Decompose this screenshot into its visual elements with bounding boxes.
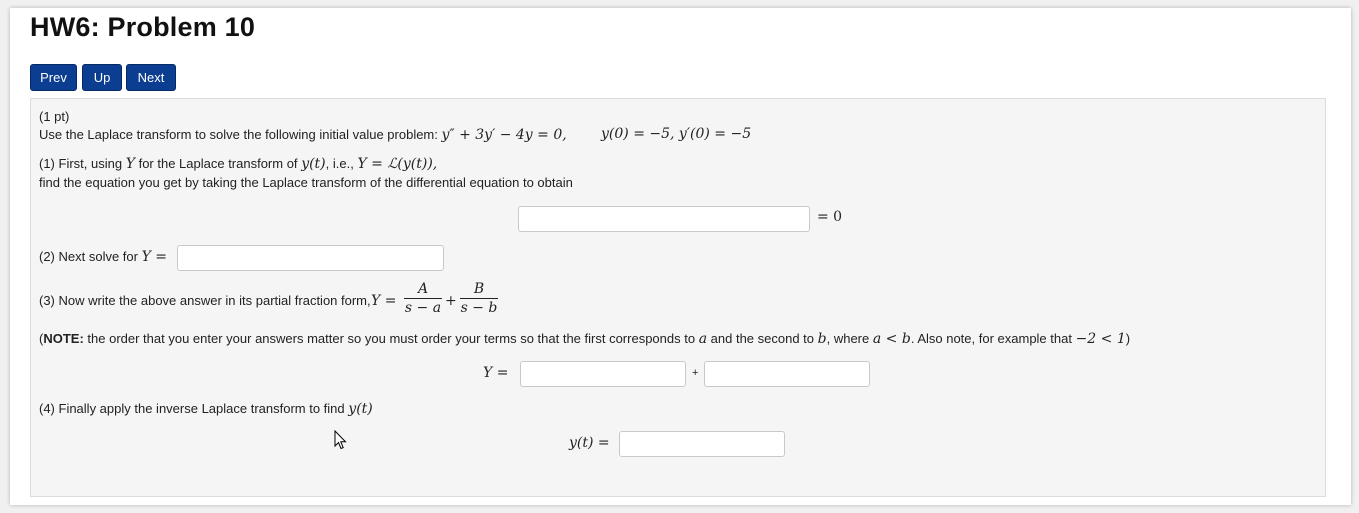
page-title: HW6: Problem 10 <box>30 12 256 42</box>
note-example: −2 < 1 <box>1075 331 1126 347</box>
points-label: (1 pt) <box>39 109 70 124</box>
intro-text: Use the Laplace transform to solve the f… <box>39 127 438 142</box>
note-close: ) <box>1125 331 1131 346</box>
partial-fraction-A-input[interactable] <box>520 361 686 387</box>
part4-line: (4) Finally apply the inverse Laplace tr… <box>39 401 373 417</box>
note-b: b <box>817 331 827 347</box>
part1-Y: Y <box>125 156 135 172</box>
problem-intro: Use the Laplace transform to solve the f… <box>39 127 567 143</box>
fraction-A: A s − a <box>403 280 443 317</box>
fraction-B: B s − b <box>459 280 499 317</box>
part2-line: (2) Next solve for Y = <box>39 249 167 265</box>
fraction-A-denominator: s − a <box>404 300 442 316</box>
note-a: a <box>698 331 708 347</box>
note-text-b: and the second to <box>707 331 818 346</box>
note-text-a: the order that you enter your answers ma… <box>83 331 699 346</box>
part3-Y-equals: Y = <box>371 293 397 309</box>
solve-Y-input[interactable] <box>177 245 444 271</box>
mouse-pointer-icon <box>334 429 348 453</box>
next-button[interactable]: Next <box>126 64 176 91</box>
part4-yt: y(t) <box>348 401 373 417</box>
fraction-A-numerator: A <box>417 281 429 297</box>
partial-fraction-B-input[interactable] <box>704 361 870 387</box>
part2-Y-equals: Y = <box>141 249 168 265</box>
fraction-B-numerator: B <box>473 281 485 297</box>
part1-line1: (1) First, using Y for the Laplace trans… <box>39 156 437 172</box>
problem-panel: (1 pt) Use the Laplace transform to solv… <box>30 98 1326 497</box>
note-text-c: , where <box>826 331 873 346</box>
part1-text-c: , i.e., <box>325 156 354 171</box>
equals-zero-label: = 0 <box>817 209 843 225</box>
prev-button[interactable]: Prev <box>30 64 77 91</box>
note-condition: a < b <box>872 331 911 347</box>
part4-text: (4) Finally apply the inverse Laplace tr… <box>39 401 345 416</box>
part1-text-b: for the Laplace transform of <box>138 156 298 171</box>
yt-equals-label: y(t) = <box>569 435 610 451</box>
part1-yt: y(t) <box>301 156 326 172</box>
part3-text: (3) Now write the above answer in its pa… <box>39 293 371 308</box>
note-line: (NOTE: the order that you enter your ans… <box>39 331 1130 347</box>
part3-plus: + <box>445 293 457 309</box>
part1-def: Y = ℒ(y(t)), <box>357 156 438 172</box>
transform-equation-input[interactable] <box>518 206 810 232</box>
note-label: NOTE: <box>43 331 84 346</box>
inverse-transform-input[interactable] <box>619 431 785 457</box>
page: HW6: Problem 10 Prev Up Next (1 pt) Use … <box>10 8 1351 505</box>
part1-text-a: (1) First, using <box>39 156 123 171</box>
part2-text: (2) Next solve for <box>39 249 138 264</box>
up-button[interactable]: Up <box>82 64 122 91</box>
part1-line2: find the equation you get by taking the … <box>39 175 573 190</box>
answer-Y-equals: Y = <box>483 365 509 381</box>
fraction-B-denominator: s − b <box>460 300 498 316</box>
ode-equation: y″ + 3y′ − 4y = 0, <box>441 127 567 143</box>
answer-plus: + <box>692 367 699 379</box>
note-text-d: . Also note, for example that <box>910 331 1076 346</box>
initial-conditions: y(0) = −5, y′(0) = −5 <box>601 126 752 142</box>
